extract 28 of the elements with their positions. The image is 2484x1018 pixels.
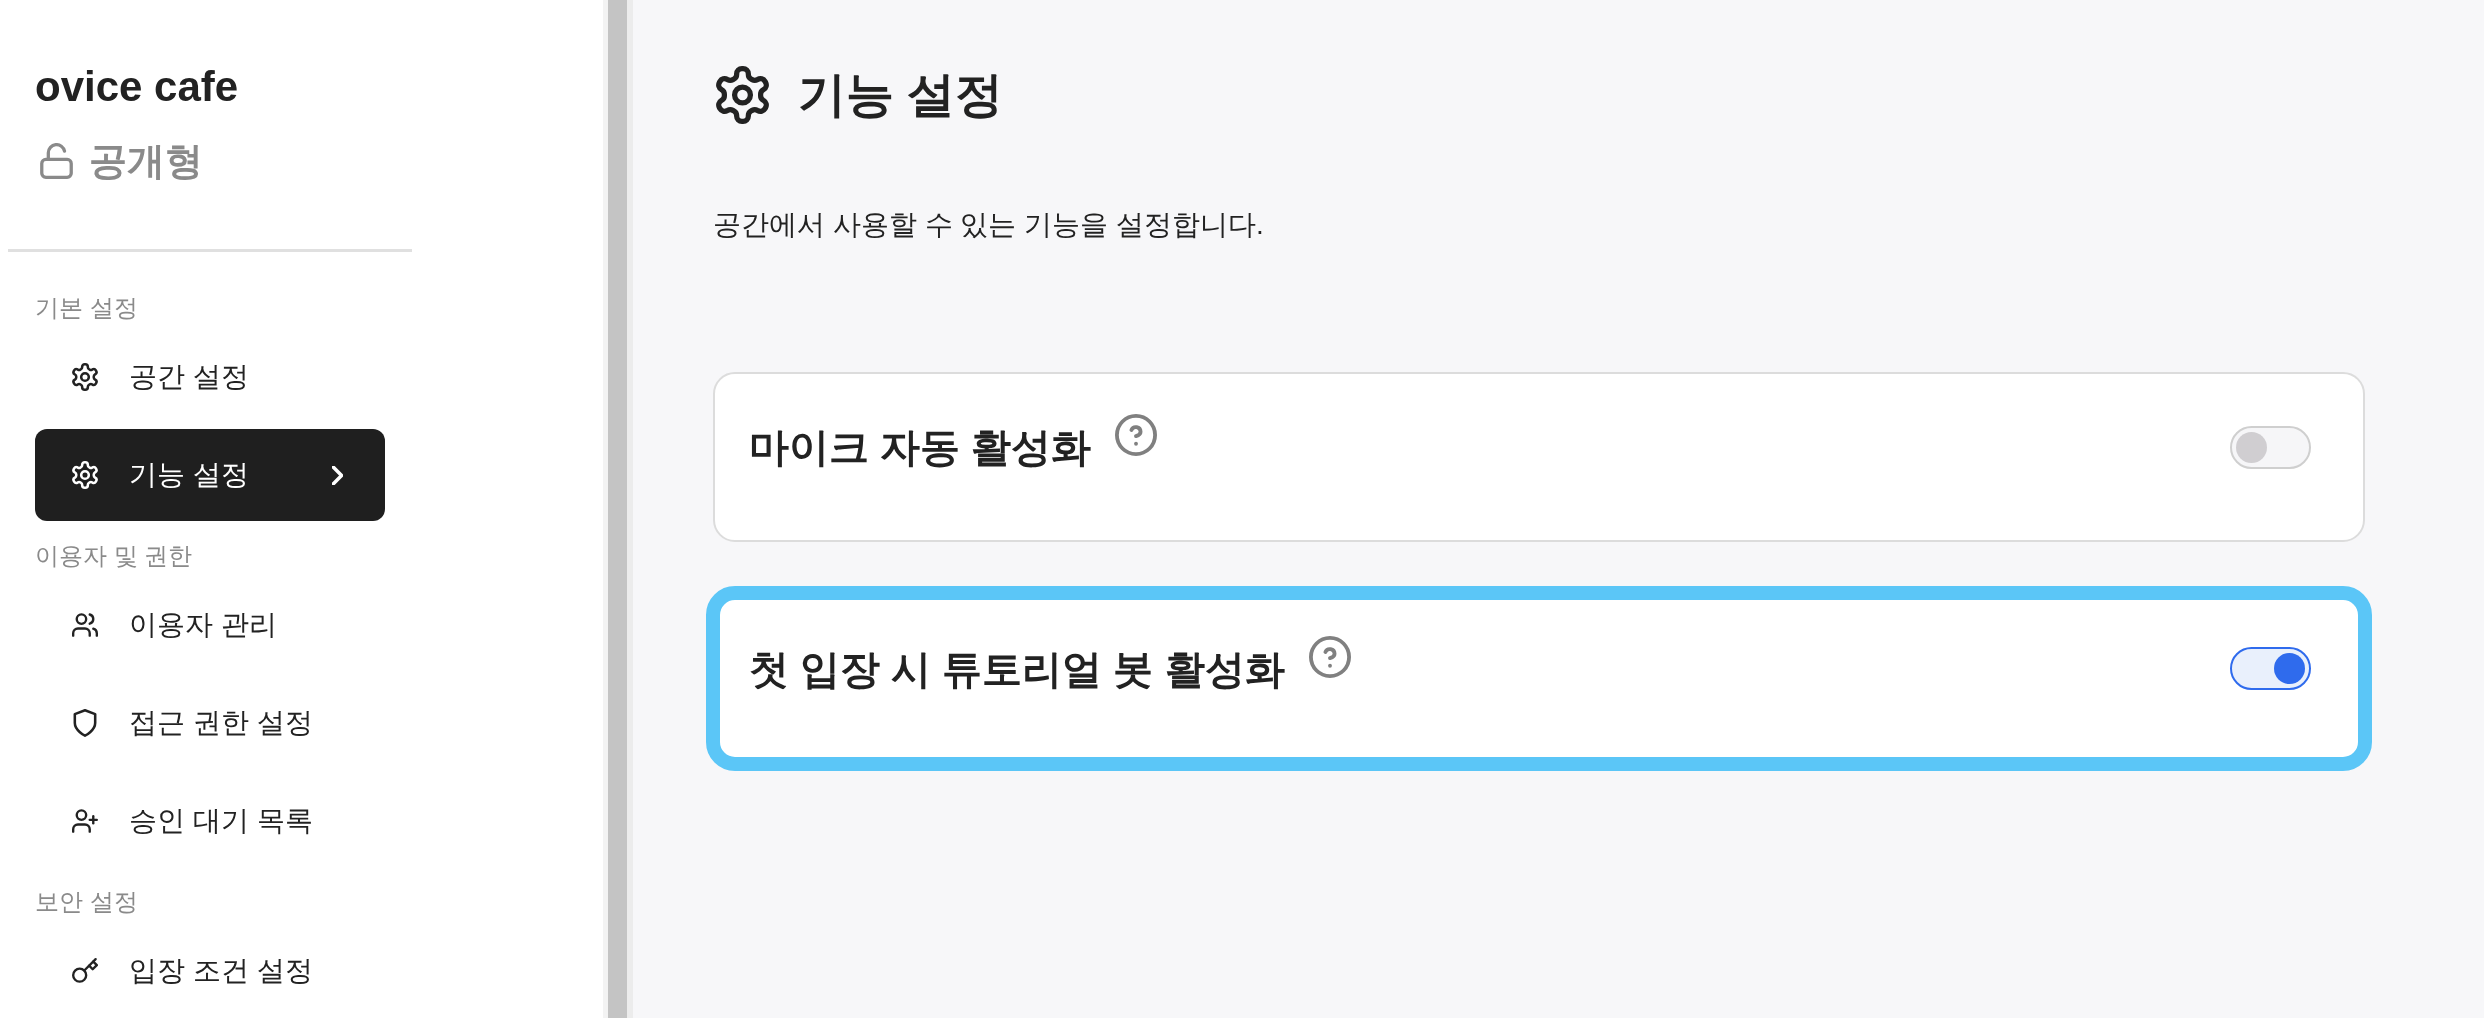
section-label: 보안 설정 — [35, 887, 138, 917]
scrollbar[interactable] — [603, 0, 633, 1018]
gear-icon — [72, 363, 98, 391]
sidebar-item[interactable]: 공간 설정 — [35, 331, 385, 423]
sidebar-item[interactable]: 접근 권한 설정 — [35, 677, 385, 769]
key-icon — [72, 957, 98, 985]
feature-title: 마이크 자동 활성화 — [749, 424, 1092, 471]
sidebar-item[interactable]: 기능 설정 — [35, 429, 385, 521]
page-title: 기능 설정 — [798, 67, 1004, 123]
gear-icon — [72, 461, 98, 489]
person-plus-icon — [72, 807, 98, 835]
open-padlock-icon — [40, 143, 73, 179]
page-description: 공간에서 사용할 수 있는 기능을 설정합니다. — [713, 208, 1264, 242]
feature-title: 첫 입장 시 튜토리얼 봇 활성화 — [749, 645, 1285, 693]
visibility-label: 공개형 — [89, 139, 203, 184]
people-icon — [72, 611, 98, 639]
section-label: 기본 설정 — [35, 293, 138, 323]
sidebar-item[interactable]: 이용자 관리 — [35, 579, 385, 671]
shield-icon — [72, 709, 98, 737]
space-name: ovice cafe — [35, 62, 239, 112]
chevron-right-icon — [332, 465, 343, 485]
toggle-switch[interactable] — [2230, 647, 2311, 690]
help-icon[interactable] — [1115, 414, 1158, 456]
sidebar-item[interactable]: 승인 대기 목록 — [35, 775, 385, 867]
sidebar-item[interactable]: 입장 조건 설정 — [35, 925, 385, 1017]
gear-icon — [716, 66, 769, 124]
help-icon[interactable] — [1308, 635, 1351, 678]
section-label: 이용자 및 권한 — [35, 541, 193, 571]
